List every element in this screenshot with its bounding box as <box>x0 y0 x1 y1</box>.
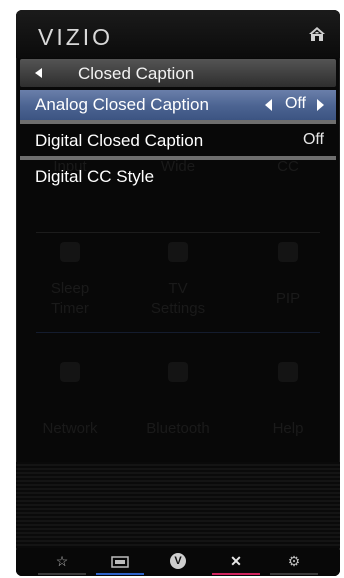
close-icon: ✕ <box>230 553 242 569</box>
menu-divider <box>20 120 336 124</box>
ghost-icon <box>168 362 188 382</box>
tv-menu-panel: VIZIO Closed Caption Input Wide CC Sleep… <box>16 10 340 576</box>
button-underline <box>38 573 86 575</box>
left-arrow-icon[interactable] <box>265 99 272 111</box>
vizio-v-icon: V <box>170 553 186 569</box>
bottom-bar: ☆ V ✕ ⚙ <box>16 550 340 576</box>
home-icon[interactable] <box>308 26 326 42</box>
ghost-divider <box>36 332 320 333</box>
menu-item-value: Off <box>302 131 324 148</box>
ghost-divider <box>36 232 320 233</box>
menu-item-value: Off <box>284 95 306 112</box>
ghost-label-help: Help <box>272 420 304 437</box>
ghost-label-tv: TV <box>168 280 188 297</box>
menu-item-digital-closed-caption[interactable]: Digital Closed Caption Off <box>20 126 336 156</box>
menu-item-digital-cc-style[interactable]: Digital CC Style <box>20 162 336 192</box>
menu-item-label: Analog Closed Caption <box>35 95 209 114</box>
menu-item-label: Digital Closed Caption <box>35 131 204 150</box>
ghost-icon <box>278 362 298 382</box>
ghost-label-network: Network <box>42 420 98 437</box>
right-arrow-icon[interactable] <box>317 99 324 111</box>
background-stripes <box>16 462 340 548</box>
star-icon: ☆ <box>55 553 69 569</box>
ghost-label-timer: Timer <box>51 300 89 317</box>
settings-button[interactable]: ⚙ <box>266 553 322 575</box>
exit-button[interactable]: ✕ <box>208 553 264 575</box>
ghost-label-pip: PIP <box>275 290 301 307</box>
ghost-icon <box>60 362 80 382</box>
header-bar: VIZIO <box>16 10 340 58</box>
ghost-icon <box>278 242 298 262</box>
gear-icon: ⚙ <box>287 553 301 569</box>
ghost-icon <box>168 242 188 262</box>
ghost-label-bluetooth: Bluetooth <box>146 420 210 437</box>
favorites-button[interactable]: ☆ <box>34 553 90 575</box>
page-title: Closed Caption <box>78 64 195 83</box>
screen-icon <box>111 556 129 568</box>
menu-item-label: Digital CC Style <box>35 167 155 186</box>
button-underline <box>212 573 260 575</box>
ghost-label-settings: Settings <box>150 300 206 317</box>
button-underline <box>96 573 144 575</box>
menu-item-analog-closed-caption[interactable]: Analog Closed Caption Off <box>20 90 336 120</box>
breadcrumb-bar: Closed Caption <box>20 59 336 87</box>
left-triangle-icon <box>35 68 42 78</box>
button-underline <box>270 573 318 575</box>
ghost-icon <box>60 242 80 262</box>
input-button[interactable] <box>92 553 148 575</box>
vizio-menu-button[interactable]: V <box>150 553 206 575</box>
ghost-label-sleep: Sleep <box>50 280 90 297</box>
vizio-logo: VIZIO <box>38 24 114 50</box>
menu-divider <box>20 156 336 160</box>
back-button[interactable] <box>27 63 51 83</box>
